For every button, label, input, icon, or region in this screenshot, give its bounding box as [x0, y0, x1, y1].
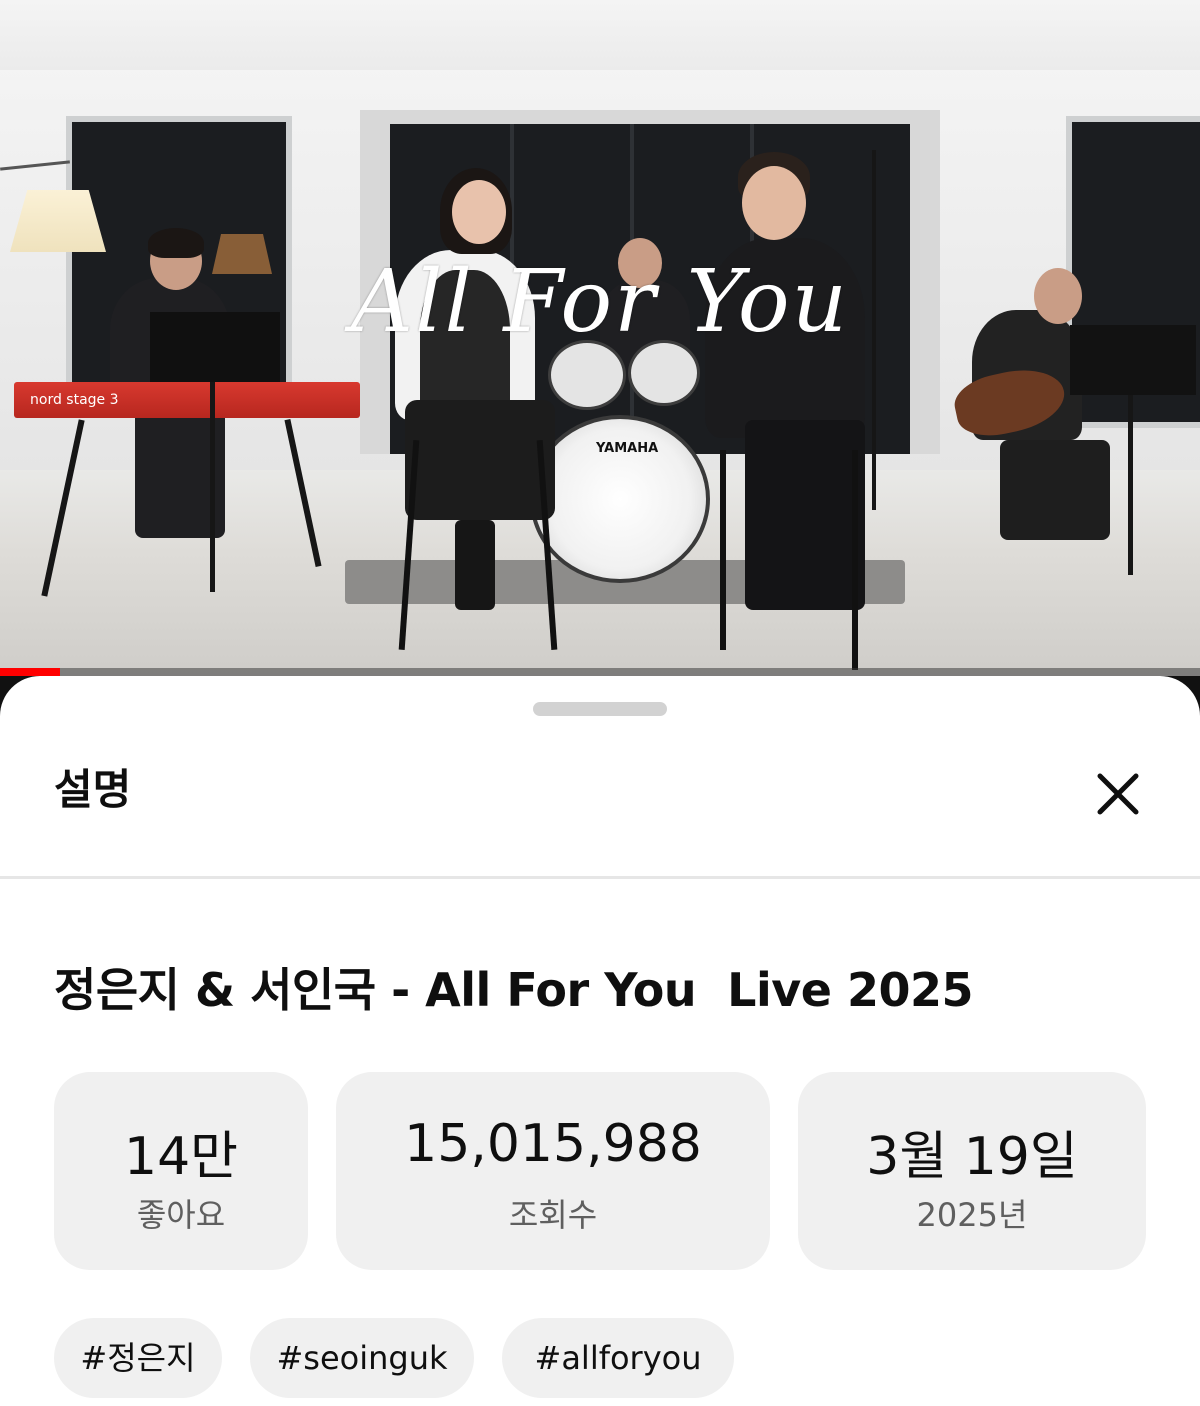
music-stand — [150, 312, 280, 382]
singer-female-leg — [455, 520, 495, 610]
close-icon — [1097, 773, 1139, 815]
views-label: 조회수 — [508, 1196, 598, 1234]
sheet-drag-handle[interactable] — [533, 702, 667, 716]
video-overlay-title: All For You — [350, 252, 850, 352]
mic-stand — [210, 382, 215, 592]
table-lamp — [212, 234, 272, 274]
singer-male-head — [742, 166, 806, 240]
keyboardist-hair — [148, 228, 204, 258]
drum-brand-label: YAMAHA — [596, 441, 659, 456]
keyboard-brand-label: nord stage 3 — [30, 392, 119, 408]
stool-leg — [720, 450, 726, 650]
sheet-title: 설명 — [54, 765, 132, 814]
description-sheet: 설명 정은지 & 서인국 - All For You Live 2025 14만… — [0, 676, 1200, 1406]
video-title: 정은지 & 서인국 - All For You Live 2025 — [54, 963, 973, 1017]
singer-female-skirt — [405, 400, 555, 520]
singer-female-head — [452, 180, 506, 244]
views-count: 15,015,988 — [404, 1114, 702, 1174]
stage-keyboard: nord stage 3 — [14, 382, 360, 418]
stool-leg — [852, 450, 858, 670]
upload-date-stat: 3월 19일 2025년 — [798, 1072, 1146, 1270]
music-stand-pole — [1128, 395, 1133, 575]
hashtag-chip[interactable]: #정은지 — [54, 1318, 222, 1398]
views-stat: 15,015,988 조회수 — [336, 1072, 770, 1270]
likes-stat: 14만 좋아요 — [54, 1072, 308, 1270]
close-button[interactable] — [1086, 762, 1150, 826]
progress-bar-fill — [0, 668, 60, 676]
floor-lamp-arm — [0, 160, 70, 171]
singer-male-legs — [745, 420, 865, 610]
upload-year: 2025년 — [916, 1196, 1028, 1234]
video-ceiling — [0, 0, 1200, 70]
likes-label: 좋아요 — [136, 1196, 226, 1234]
hashtag-chip[interactable]: #seoinguk — [250, 1318, 474, 1398]
video-player[interactable]: nord stage 3 YAMAHA All For You — [0, 0, 1200, 676]
bass-drum: YAMAHA — [530, 415, 710, 583]
hashtag-chip[interactable]: #allforyou — [502, 1318, 734, 1398]
likes-count: 14만 — [123, 1127, 238, 1187]
upload-date: 3월 19일 — [866, 1127, 1078, 1187]
bassist-legs — [1000, 440, 1110, 540]
bassist-head — [1034, 268, 1082, 324]
music-stand — [1070, 325, 1196, 395]
progress-bar[interactable] — [0, 668, 1200, 676]
sheet-divider — [0, 876, 1200, 879]
